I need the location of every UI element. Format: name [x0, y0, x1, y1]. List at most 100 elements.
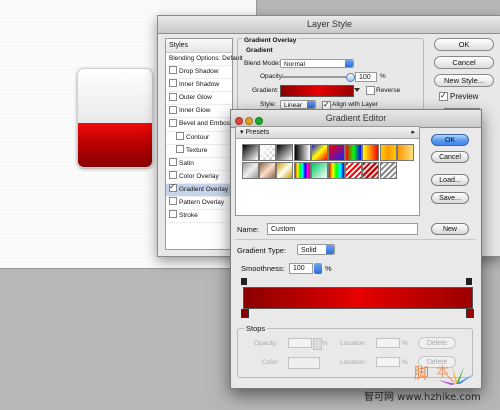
effect-checkbox[interactable] — [169, 197, 177, 206]
minimize-icon[interactable] — [245, 117, 253, 125]
preset-swatch[interactable] — [396, 161, 414, 179]
effect-item[interactable]: Stroke — [166, 210, 232, 224]
stop-opacity-location-label: Location: — [340, 340, 367, 347]
preset-swatch[interactable] — [379, 144, 397, 161]
stops-label: Stops — [244, 324, 268, 333]
new-button[interactable]: New — [431, 223, 469, 235]
group-title: Gradient — [246, 47, 273, 54]
effect-item[interactable]: Pattern Overlay — [166, 197, 232, 211]
preset-swatch[interactable] — [293, 144, 311, 161]
stop-opacity-dropdown-icon[interactable] — [313, 338, 322, 350]
effect-checkbox[interactable] — [169, 210, 177, 219]
presets-panel: ▾ Presets ▸ — [235, 126, 420, 216]
ok-button[interactable]: OK — [431, 134, 469, 146]
opacity-stop-left[interactable] — [241, 278, 247, 285]
ok-button[interactable]: OK — [434, 38, 494, 51]
opacity-slider-thumb[interactable] — [346, 73, 355, 82]
preset-swatch[interactable] — [259, 144, 277, 161]
effect-label: Satin — [179, 159, 194, 167]
effect-label: Inner Glow — [179, 107, 211, 115]
gradient-type-value: Solid — [301, 247, 317, 254]
preset-swatch[interactable] — [276, 144, 294, 161]
preview-checkbox[interactable]: ✓ — [439, 92, 448, 101]
new-style-button[interactable]: New Style... — [434, 74, 494, 87]
stop-opacity-location-input[interactable] — [376, 338, 400, 348]
presets-disclosure-icon[interactable]: ▾ — [240, 129, 244, 136]
effect-checkbox[interactable] — [169, 171, 177, 180]
preset-swatch[interactable] — [259, 161, 277, 179]
effect-item[interactable]: Contour — [166, 131, 232, 145]
preset-swatch[interactable] — [396, 144, 414, 161]
opacity-stop-right[interactable] — [466, 278, 472, 285]
cancel-button[interactable]: Cancel — [431, 151, 469, 163]
gradient-type-select[interactable]: Solid — [297, 244, 335, 255]
preset-swatch[interactable] — [345, 161, 363, 179]
zoom-icon[interactable] — [255, 117, 263, 125]
preset-swatch[interactable] — [242, 161, 259, 179]
effect-checkbox[interactable] — [169, 158, 177, 167]
effect-checkbox[interactable] — [169, 66, 177, 75]
effect-checkbox[interactable] — [169, 79, 177, 88]
effect-item[interactable]: Texture — [166, 144, 232, 158]
effect-checkbox[interactable] — [169, 92, 177, 101]
blend-mode-label: Blend Mode: — [244, 60, 281, 67]
effect-checkbox[interactable] — [169, 105, 177, 114]
effect-checkbox[interactable] — [169, 181, 177, 193]
preset-swatch[interactable] — [310, 144, 328, 161]
name-input[interactable]: Custom — [267, 223, 418, 235]
preset-swatch[interactable] — [310, 161, 328, 179]
effect-checkbox[interactable] — [169, 118, 177, 127]
preset-swatch[interactable] — [276, 161, 294, 179]
effect-item[interactable]: Color Overlay — [166, 171, 232, 184]
opacity-slider[interactable] — [280, 73, 355, 82]
smoothness-dropdown-icon[interactable] — [314, 263, 322, 274]
stop-opacity-input[interactable] — [288, 338, 312, 348]
red-gradient-fill — [78, 123, 152, 167]
effect-item[interactable]: Inner Glow — [166, 105, 232, 119]
preset-swatch[interactable] — [328, 144, 345, 161]
preset-swatch[interactable] — [293, 161, 311, 179]
smoothness-label: Smoothness: — [241, 264, 285, 273]
presets-label: Presets — [245, 129, 270, 136]
effect-item[interactable]: Drop Shadow — [166, 66, 232, 80]
style-select[interactable]: Linear — [280, 100, 316, 109]
effect-item[interactable]: Gradient Overlay — [166, 181, 232, 198]
opacity-unit: % — [380, 73, 386, 80]
preset-swatch[interactable] — [345, 144, 363, 161]
reverse-label: Reverse — [376, 87, 401, 94]
effect-item[interactable]: Bevel and Emboss — [166, 118, 234, 132]
preview-label: Preview — [450, 92, 479, 101]
gradient-menu-arrow-icon[interactable] — [354, 85, 360, 95]
effect-label: Bevel and Emboss — [179, 120, 234, 128]
effect-label: Contour — [186, 133, 210, 141]
effect-label: Gradient Overlay — [179, 185, 229, 193]
save-button[interactable]: Save... — [431, 192, 469, 204]
preset-swatch[interactable] — [362, 144, 380, 161]
styles-header[interactable]: Styles — [166, 39, 232, 53]
gradient-bar[interactable] — [243, 287, 473, 309]
effect-checkbox[interactable] — [176, 131, 184, 140]
load-button[interactable]: Load... — [431, 174, 469, 186]
cancel-button[interactable]: Cancel — [434, 56, 494, 69]
presets-menu-icon[interactable]: ▸ — [411, 127, 415, 138]
effect-item[interactable]: Outer Glow — [166, 92, 232, 106]
effect-label: Stroke — [179, 212, 198, 220]
effect-label: Inner Shadow — [179, 81, 220, 89]
preset-swatch[interactable] — [379, 161, 397, 179]
preset-swatch[interactable] — [242, 144, 259, 161]
blend-mode-select[interactable]: Normal — [280, 59, 354, 68]
blending-options-item[interactable]: Blending Options: Default — [166, 53, 243, 67]
effect-checkbox[interactable] — [176, 144, 184, 153]
effect-item[interactable]: Satin — [166, 158, 232, 171]
close-icon[interactable] — [235, 117, 243, 125]
gradient-picker-swatch[interactable] — [280, 85, 354, 97]
preset-swatch[interactable] — [328, 161, 345, 179]
stop-color-swatch[interactable] — [288, 357, 320, 369]
reverse-checkbox[interactable] — [366, 86, 375, 95]
effect-item[interactable]: Inner Shadow — [166, 79, 232, 93]
preset-swatch[interactable] — [362, 161, 380, 179]
color-stop-right[interactable] — [466, 309, 474, 318]
opacity-input[interactable]: 100 — [355, 72, 377, 82]
color-stop-left[interactable] — [241, 309, 249, 318]
smoothness-input[interactable]: 100 — [289, 263, 313, 274]
